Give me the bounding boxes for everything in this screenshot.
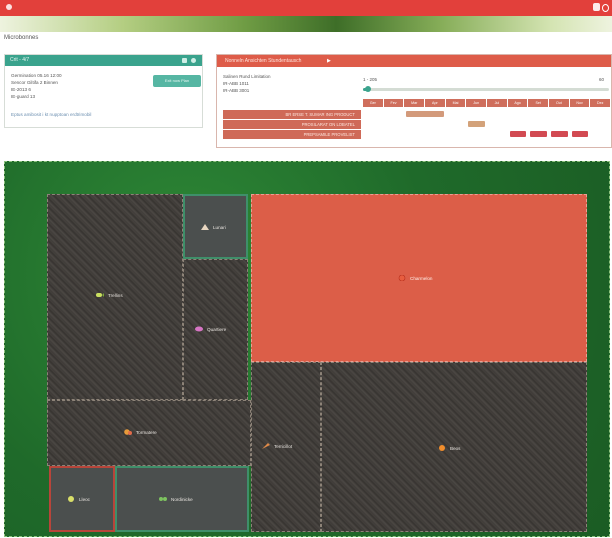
- status-link[interactable]: Eptus amibosit i kt nupptoan erdtrimobil: [11, 112, 91, 117]
- app-top-bar: [0, 0, 612, 16]
- activity-label[interactable]: BR ERSE T. SUMAR ING PRODUCT: [223, 110, 361, 119]
- status-line: IE-guard 13: [11, 94, 36, 99]
- slider-handle[interactable]: [364, 86, 371, 92]
- plot-label: Tormatere: [124, 429, 157, 435]
- status-line: Sencor Giltifa 2 Binnen: [11, 80, 58, 85]
- month-cell: Jun: [466, 99, 488, 107]
- month-cell: Mar: [404, 99, 426, 107]
- lock-icon[interactable]: [593, 3, 600, 11]
- plot-label: Beos: [438, 445, 460, 451]
- month-cell: Nov: [569, 99, 591, 107]
- garden-field: Trellins Lunari Quartiere Charmelon Torm…: [4, 161, 610, 537]
- lemon-icon: [68, 496, 74, 502]
- month-header: Ger Fev Mar Apr Mai Jun Jul Ago Set Out Nov Dez: [363, 99, 612, 107]
- month-cell: Fev: [383, 99, 405, 107]
- activity-label[interactable]: PREPSAMILE PROVELIST: [223, 130, 361, 139]
- schedule-panel-header: Nonneln Ansichten Stundentausch ▶: [217, 55, 611, 67]
- melon-icon: [398, 275, 406, 281]
- plot-label: Lunari: [201, 224, 226, 230]
- plot-label: Terricillot: [262, 443, 292, 449]
- timeline-slider[interactable]: [363, 86, 609, 92]
- close-icon[interactable]: [191, 58, 196, 63]
- activity-block[interactable]: [571, 131, 589, 137]
- plot-label: Quartiere: [195, 326, 226, 332]
- plot-label: Lleoc: [67, 496, 90, 502]
- app-logo-icon: [6, 4, 12, 10]
- plot-trellins[interactable]: Trellins: [47, 194, 183, 400]
- plot-tormatere[interactable]: Tormatere: [47, 400, 251, 466]
- squash-icon: [439, 445, 445, 451]
- plot-label: Trellins: [96, 292, 123, 298]
- plot-label: Charmelon: [398, 275, 432, 281]
- status-panel-header: Crit - 4/7: [5, 55, 202, 66]
- status-panel-title: Crit - 4/7: [10, 57, 30, 63]
- plot-charmelon-selected[interactable]: Charmelon: [251, 194, 587, 362]
- month-cell: Set: [528, 99, 550, 107]
- schedule-panel-title: Nonneln Ansichten Stundentausch: [225, 58, 302, 64]
- activity-block[interactable]: [468, 121, 485, 127]
- status-line: IE-2013 6: [11, 87, 31, 92]
- month-cell: Apr: [425, 99, 446, 107]
- month-cell: Ago: [507, 99, 529, 107]
- plot-terricillot[interactable]: Terricillot: [251, 362, 321, 532]
- eggplant-icon: [195, 326, 203, 332]
- status-line: Germination 05.16 12:00: [11, 73, 62, 78]
- range-start: 1 - 205: [363, 77, 378, 82]
- activity-block[interactable]: [509, 131, 527, 137]
- app-name: Microbonnes: [4, 35, 39, 41]
- range-end: 60: [599, 77, 605, 82]
- month-cell: Dez: [590, 99, 612, 107]
- plot-lunari[interactable]: Lunari: [183, 194, 248, 259]
- month-cell: Ger: [363, 99, 384, 107]
- schedule-panel: Nonneln Ansichten Stundentausch ▶ Saline…: [216, 54, 612, 148]
- plot-beos[interactable]: Beos: [321, 362, 587, 532]
- plot-quartiere[interactable]: Quartiere: [183, 259, 248, 400]
- exit-plan-button[interactable]: Exit now Plan: [153, 75, 201, 87]
- schedule-info-line: Salinen Rund Limitation: [223, 74, 271, 79]
- month-cell: Mai: [445, 99, 467, 107]
- plot-nordinicke[interactable]: Nordinicke: [115, 466, 249, 532]
- activity-block[interactable]: [406, 111, 444, 117]
- schedule-info-line: IR-ABB 3001: [223, 88, 250, 93]
- plot-label: Nordinicke: [159, 496, 193, 502]
- pepper-icon: [124, 429, 132, 435]
- header-banner: [0, 16, 612, 32]
- activity-block[interactable]: [551, 131, 568, 137]
- location-icon[interactable]: [602, 4, 609, 12]
- schedule-info-line: IR-ABB 1011: [223, 81, 249, 86]
- month-cell: Jul: [487, 99, 508, 107]
- carrot-icon: [262, 443, 270, 449]
- settings-icon[interactable]: [182, 58, 187, 63]
- corn-icon: [96, 293, 104, 297]
- activity-label[interactable]: PROSILARAT ON LOBATEL: [223, 120, 361, 129]
- play-icon[interactable]: ▶: [327, 58, 331, 64]
- month-cell: Out: [549, 99, 570, 107]
- activity-block[interactable]: [530, 131, 547, 137]
- tent-icon: [201, 224, 209, 230]
- plot-lleoc[interactable]: Lleoc: [49, 466, 115, 532]
- pea-icon: [159, 497, 167, 501]
- status-panel: Crit - 4/7 Exit now Plan Germination 05.…: [4, 54, 203, 128]
